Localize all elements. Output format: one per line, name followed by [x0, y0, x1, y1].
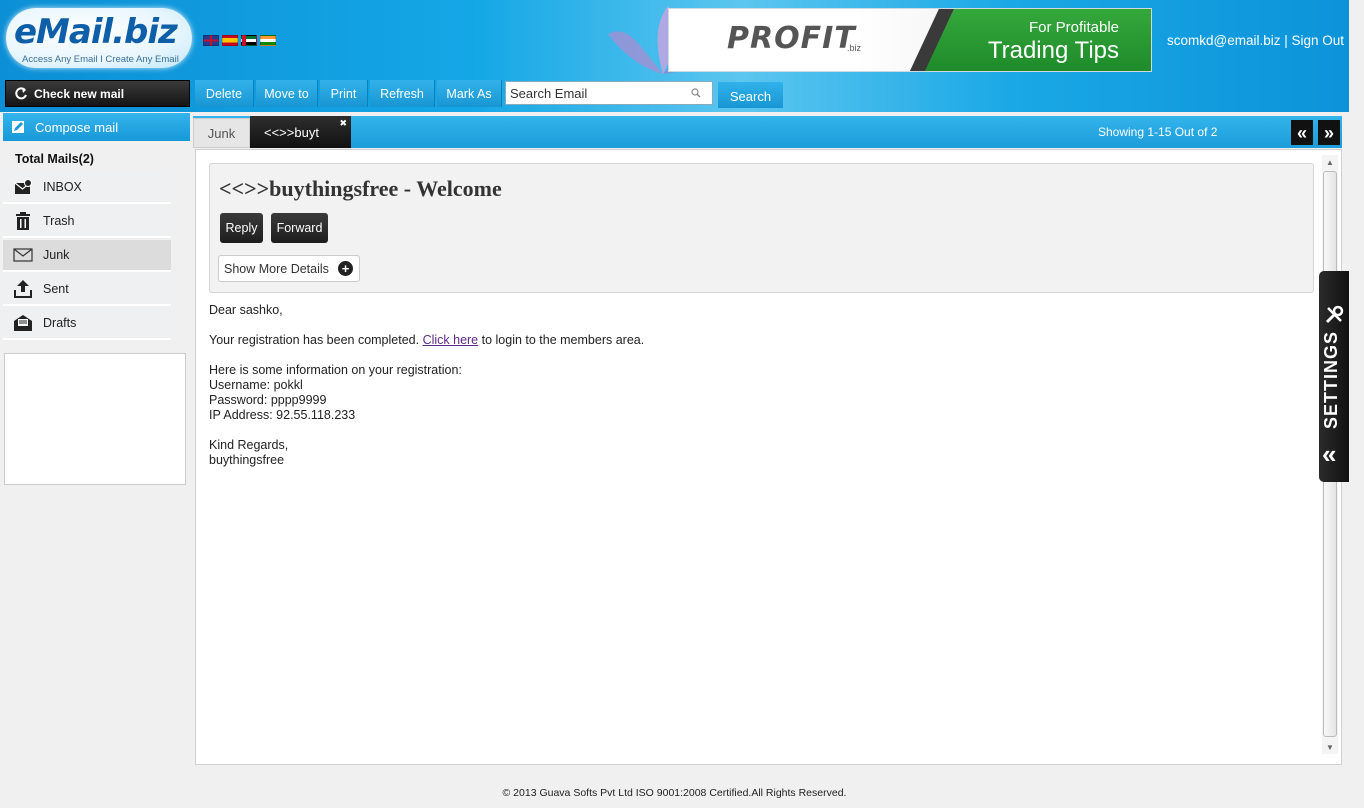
- sent-upload-icon: [13, 279, 33, 299]
- refresh-button[interactable]: Refresh: [370, 80, 435, 107]
- settings-label: SETTINGS: [1321, 330, 1341, 429]
- body-ip-address: IP Address: 92.55.118.233: [209, 408, 356, 422]
- body-username: Username: pokkl: [209, 378, 303, 392]
- check-new-mail-button[interactable]: Check new mail: [5, 80, 190, 107]
- logo-tagline: Access Any Email I Create Any Email: [22, 54, 179, 65]
- show-more-details-label: Show More Details: [224, 261, 329, 276]
- mark-as-button[interactable]: Mark As: [437, 80, 502, 107]
- scroll-up-icon[interactable]: ▲: [1322, 155, 1338, 169]
- show-more-details-button[interactable]: Show More Details +: [218, 255, 360, 282]
- move-to-button[interactable]: Move to: [256, 80, 318, 107]
- sidebar-empty-panel: [4, 353, 186, 485]
- banner-brand: PROFIT: [727, 21, 856, 56]
- check-new-mail-label: Check new mail: [34, 86, 125, 101]
- spain-flag-icon[interactable]: [222, 35, 238, 46]
- sidebar-item-label: Junk: [43, 248, 70, 262]
- compose-mail-button[interactable]: Compose mail: [3, 113, 190, 141]
- body-text-segment: Your registration has been completed.: [209, 333, 423, 347]
- tab-junk[interactable]: Junk: [193, 118, 250, 148]
- body-greeting: Dear sashko,: [209, 303, 283, 317]
- sidebar-item-label: Sent: [43, 282, 69, 296]
- message-view: <<>>buythingsfree - Welcome Reply Forwar…: [195, 149, 1342, 765]
- message-header: <<>>buythingsfree - Welcome Reply Forwar…: [209, 163, 1314, 293]
- sidebar-item-inbox[interactable]: INBOX: [3, 172, 171, 204]
- reply-button[interactable]: Reply: [220, 213, 263, 243]
- uae-flag-icon[interactable]: [241, 35, 257, 46]
- search-input[interactable]: [506, 85, 686, 101]
- sidebar-item-sent[interactable]: Sent: [3, 274, 171, 306]
- prev-page-button[interactable]: «: [1291, 120, 1313, 145]
- refresh-icon: [15, 86, 27, 99]
- search-box: [505, 81, 713, 105]
- scroll-down-icon[interactable]: ▼: [1322, 740, 1338, 754]
- logo-text: eMail.biz: [14, 12, 178, 52]
- search-button[interactable]: Search: [718, 82, 783, 108]
- banner-line1: For Profitable: [1028, 19, 1119, 36]
- body-signature: buythingsfree: [209, 453, 285, 467]
- compose-pencil-icon: [12, 121, 24, 133]
- pagination-status: Showing 1-15 Out of 2: [1098, 125, 1218, 139]
- sidebar-item-label: Drafts: [43, 316, 77, 330]
- profit-ad-banner[interactable]: PROFIT .biz For Profitable Trading Tips: [668, 8, 1152, 72]
- total-mails-count: Total Mails(2): [15, 152, 94, 166]
- compose-mail-label: Compose mail: [35, 119, 119, 135]
- body-closing: Kind Regards,: [209, 438, 289, 452]
- trash-icon: [13, 211, 33, 231]
- delete-button[interactable]: Delete: [195, 80, 254, 107]
- language-flags: [203, 35, 276, 46]
- sign-out-link[interactable]: Sign Out: [1292, 33, 1345, 48]
- user-links: scomkd@email.biz | Sign Out: [1167, 33, 1344, 48]
- body-registration-line: Your registration has been completed. Cl…: [209, 333, 644, 348]
- banner-brand-suffix: .biz: [847, 43, 862, 53]
- sidebar-item-junk[interactable]: Junk: [3, 240, 171, 272]
- message-body: Dear sashko, Your registration has been …: [209, 303, 644, 468]
- email-biz-logo[interactable]: eMail.biz Access Any Email I Create Any …: [6, 8, 192, 68]
- footer-copyright: © 2013 Guava Softs Pvt Ltd ISO 9001:2008…: [502, 787, 847, 799]
- uk-flag-icon[interactable]: [203, 35, 219, 46]
- body-info-intro: Here is some information on your registr…: [209, 363, 462, 377]
- search-icon[interactable]: [686, 88, 706, 98]
- message-subject: <<>>buythingsfree - Welcome: [219, 176, 502, 201]
- tab-open-message[interactable]: <<>>buyt ✖: [250, 116, 351, 148]
- forward-button[interactable]: Forward: [271, 213, 328, 243]
- junk-envelope-icon: [13, 245, 33, 265]
- plus-circle-icon: +: [338, 261, 353, 276]
- user-email-link[interactable]: scomkd@email.biz: [1167, 33, 1280, 48]
- close-tab-icon[interactable]: ✖: [339, 118, 347, 129]
- settings-side-tab[interactable]: SETTINGS «: [1319, 271, 1349, 482]
- india-flag-icon[interactable]: [260, 35, 276, 46]
- sidebar-item-trash[interactable]: Trash: [3, 206, 171, 238]
- drafts-icon: [13, 313, 33, 333]
- print-button[interactable]: Print: [320, 80, 368, 107]
- tabs-bar: Junk <<>>buyt ✖ Showing 1-15 Out of 2 « …: [193, 116, 1342, 148]
- tab-open-message-label: <<>>buyt: [264, 124, 319, 140]
- inbox-icon: [13, 177, 33, 197]
- body-text-segment: to login to the members area.: [478, 333, 645, 347]
- user-links-separator: |: [1280, 33, 1292, 48]
- click-here-link[interactable]: Click here: [423, 333, 479, 347]
- sidebar-item-label: Trash: [43, 214, 75, 228]
- sidebar-item-drafts[interactable]: Drafts: [3, 308, 171, 340]
- banner-line2: Trading Tips: [987, 37, 1119, 64]
- expand-settings-icon[interactable]: «: [1322, 441, 1336, 467]
- next-page-button[interactable]: »: [1318, 120, 1340, 145]
- body-password: Password: pppp9999: [209, 393, 327, 407]
- sidebar-item-label: INBOX: [43, 180, 82, 194]
